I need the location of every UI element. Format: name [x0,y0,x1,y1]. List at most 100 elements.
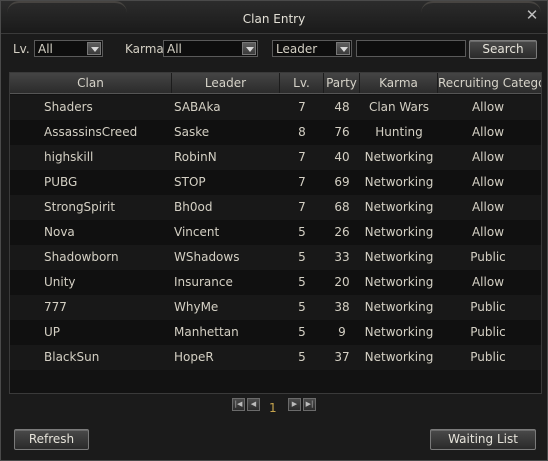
next-page-icon[interactable]: ▶ [288,398,301,411]
close-icon[interactable]: ✕ [525,8,539,23]
clan-name: Shaders [44,100,93,114]
table-row[interactable]: highskill RobinN 7 40 Networking Allow [10,145,541,170]
table-row[interactable]: Shadowborn WShadows 5 33 Networking Publ… [10,245,541,270]
clan-list[interactable]: Clan Leader Lv. Party Karma Recruiting C… [9,72,542,394]
table-row[interactable]: BlackSun HopeR 5 37 Networking Public [10,345,541,370]
party-count: 69 [334,175,350,189]
table-row[interactable]: Shaders SABAka 7 48 Clan Wars Allow [10,95,541,120]
karma-filter-select[interactable]: All [163,40,258,57]
current-page-number: 1 [269,401,277,415]
clan-level: 5 [298,350,306,364]
column-header-recruiting-category[interactable]: Recruiting Category [438,73,541,93]
karma-type: Networking [364,350,434,364]
karma-type: Networking [364,200,434,214]
recruiting-category: Public [470,300,506,314]
clan-level: 8 [298,125,306,139]
search-type-value: Leader [276,42,318,56]
table-row[interactable]: PUBG STOP 7 69 Networking Allow [10,170,541,195]
karma-type: Networking [364,325,434,339]
clan-level: 7 [298,200,306,214]
leader-name: RobinN [174,150,217,164]
column-header-clan[interactable]: Clan [10,73,172,93]
first-page-icon[interactable]: |◀ [232,398,245,411]
window-title: Clan Entry [242,12,306,26]
party-count: 76 [334,125,350,139]
clan-name: AssassinsCreed [44,125,138,139]
search-input[interactable] [356,40,466,57]
leader-name: Manhettan [174,325,239,339]
table-row[interactable]: 777 WhyMe 5 38 Networking Public [10,295,541,320]
party-count: 48 [334,100,350,114]
clan-level: 7 [298,100,306,114]
karma-type: Networking [364,250,434,264]
recruiting-category: Public [470,325,506,339]
pagination: |◀ ◀ 1 ▶ ▶| [1,398,547,418]
filter-bar: Lv. All Karma All Leader Search [1,39,547,61]
clan-name: PUBG [44,175,78,189]
karma-filter-value: All [167,42,182,56]
recruiting-category: Allow [471,100,505,114]
clan-level: 5 [298,225,306,239]
clan-name: Nova [44,225,75,239]
karma-type: Clan Wars [368,100,430,114]
clan-name: Shadowborn [44,250,119,264]
party-count: 68 [334,200,350,214]
recruiting-category: Allow [471,225,505,239]
table-row[interactable]: Unity Insurance 5 20 Networking Allow [10,270,541,295]
column-header-karma[interactable]: Karma [360,73,438,93]
karma-type: Networking [364,175,434,189]
party-count: 38 [334,300,350,314]
recruiting-category: Public [470,350,506,364]
chevron-down-icon[interactable] [242,42,256,55]
table-row[interactable]: StrongSpirit Bh0od 7 68 Networking Allow [10,195,541,220]
footer: Refresh Waiting List [1,429,547,451]
karma-filter-label: Karma [125,42,164,56]
table-header: Clan Leader Lv. Party Karma Recruiting C… [10,73,541,94]
leader-name: Bh0od [174,200,213,214]
last-page-icon[interactable]: ▶| [303,398,316,411]
party-count: 26 [334,225,350,239]
table-row[interactable]: UP Manhettan 5 9 Networking Public [10,320,541,345]
clan-level: 5 [298,250,306,264]
column-header-leader[interactable]: Leader [172,73,280,93]
clan-name: BlackSun [44,350,100,364]
chevron-down-icon[interactable] [87,42,101,55]
table-row[interactable]: AssassinsCreed Saske 8 76 Hunting Allow [10,120,541,145]
chevron-down-icon[interactable] [336,42,350,55]
clan-level: 5 [298,325,306,339]
recruiting-category: Allow [471,275,505,289]
leader-name: Saske [174,125,210,139]
refresh-button[interactable]: Refresh [14,429,89,450]
table-row[interactable]: Nova Vincent 5 26 Networking Allow [10,220,541,245]
party-count: 33 [334,250,350,264]
karma-type: Networking [364,275,434,289]
karma-type: Networking [364,225,434,239]
leader-name: WhyMe [174,300,219,314]
clan-name: StrongSpirit [44,200,116,214]
level-filter-value: All [38,42,53,56]
clan-name: Unity [44,275,76,289]
leader-name: HopeR [174,350,214,364]
column-header-party[interactable]: Party [324,73,360,93]
karma-type: Networking [364,300,434,314]
party-count: 20 [334,275,350,289]
search-button[interactable]: Search [469,40,537,59]
prev-page-icon[interactable]: ◀ [247,398,260,411]
clan-name: highskill [44,150,94,164]
column-header-level[interactable]: Lv. [280,73,324,93]
recruiting-category: Allow [471,175,505,189]
clan-name: UP [44,325,61,339]
title-bar[interactable]: Clan Entry ✕ [1,1,547,34]
leader-name: STOP [174,175,206,189]
recruiting-category: Allow [471,200,505,214]
level-filter-select[interactable]: All [34,40,103,57]
search-type-select[interactable]: Leader [272,40,352,57]
waiting-list-button[interactable]: Waiting List [430,429,536,450]
party-count: 37 [334,350,350,364]
clan-level: 5 [298,300,306,314]
karma-type: Networking [364,150,434,164]
recruiting-category: Allow [471,150,505,164]
leader-name: Insurance [174,275,233,289]
party-count: 9 [338,325,346,339]
leader-name: WShadows [174,250,240,264]
